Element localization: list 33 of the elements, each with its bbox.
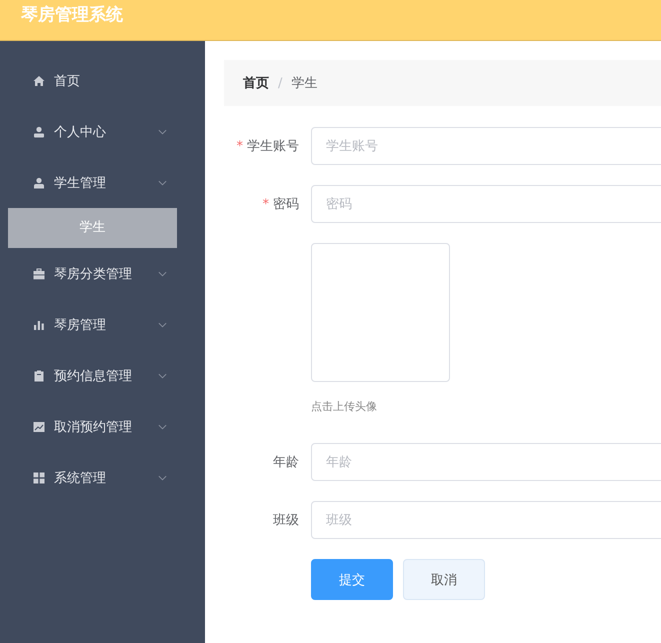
grid-icon xyxy=(33,472,45,484)
sidebar-item[interactable]: 个人中心 xyxy=(0,106,205,157)
sidebar-item[interactable]: 预约信息管理 xyxy=(0,350,205,401)
sidebar-item[interactable]: 琴房分类管理 xyxy=(0,248,205,299)
sidebar-item[interactable]: 琴房管理 xyxy=(0,299,205,350)
avatar-upload-area[interactable] xyxy=(311,243,450,382)
field-label: 班级 xyxy=(273,513,299,528)
upload-hint: 点击上传头像 xyxy=(311,399,378,414)
line-chart-icon xyxy=(33,420,45,432)
input-field[interactable]: 班级 xyxy=(311,501,661,539)
sidebar-item[interactable]: 取消预约管理 xyxy=(0,401,205,452)
breadcrumb-separator: / xyxy=(278,76,282,90)
required-mark: * xyxy=(236,139,243,154)
sidebar-item[interactable]: 系统管理 xyxy=(0,452,205,503)
cancel-button[interactable]: 取消 xyxy=(403,559,485,600)
sidebar-item[interactable]: 首页 xyxy=(0,55,205,106)
field-label: 学生账号 xyxy=(247,139,299,154)
clipboard-icon xyxy=(33,370,45,382)
breadcrumb-link[interactable]: 首页 xyxy=(243,74,269,92)
input-field[interactable]: 年龄 xyxy=(311,443,661,481)
breadcrumb-link[interactable]: 学生 xyxy=(291,74,318,92)
input-field[interactable]: 学生账号 xyxy=(311,127,661,165)
field-label: 年龄 xyxy=(273,455,299,470)
user-icon xyxy=(33,126,45,138)
input-field[interactable]: 密码 xyxy=(311,185,661,223)
bar-chart-icon xyxy=(33,318,45,330)
required-mark: * xyxy=(262,197,269,212)
field-label: 密码 xyxy=(273,197,299,212)
app-title: 琴房管理系统 xyxy=(21,4,123,27)
home-icon xyxy=(33,74,45,86)
briefcase-icon xyxy=(33,268,45,280)
sidebar-item[interactable]: 学生管理 xyxy=(0,157,205,208)
person-icon xyxy=(33,176,45,188)
